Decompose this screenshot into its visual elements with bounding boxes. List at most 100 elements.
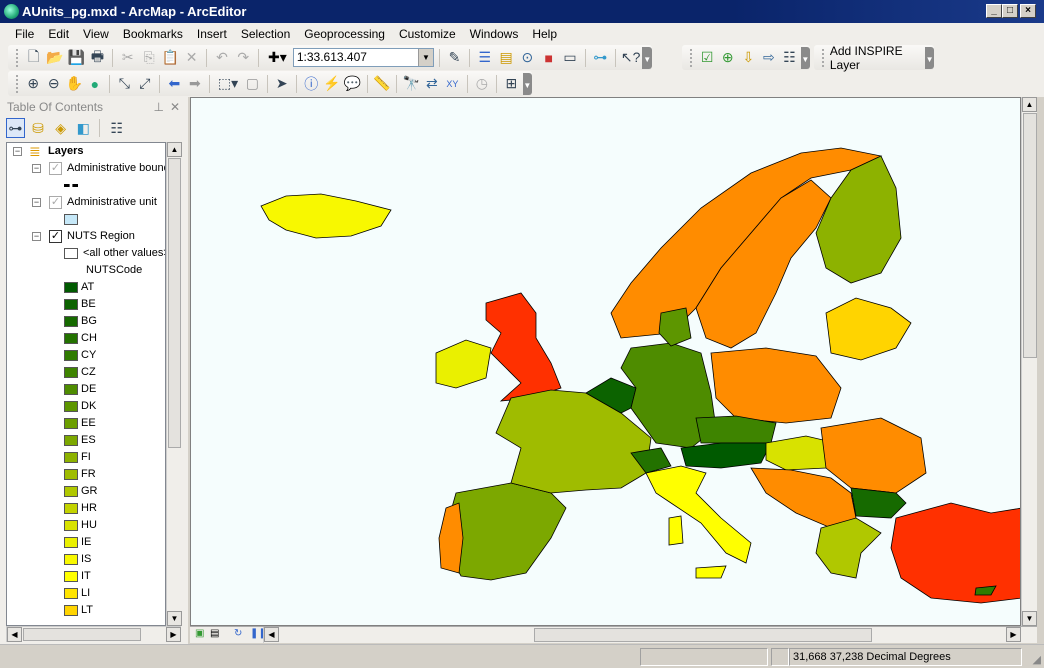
- cut-icon[interactable]: ✂: [118, 48, 137, 68]
- open-icon[interactable]: 📂: [45, 48, 64, 68]
- legend-swatch[interactable]: [64, 452, 78, 463]
- map-horizontal-scrollbar[interactable]: ◀ ▶: [263, 627, 1021, 643]
- print-icon[interactable]: 🖶: [88, 48, 107, 68]
- legend-swatch[interactable]: [64, 282, 78, 293]
- time-slider-icon[interactable]: ◷: [473, 74, 492, 94]
- menu-bookmarks[interactable]: Bookmarks: [116, 23, 190, 45]
- legend-swatch[interactable]: [64, 435, 78, 446]
- toc-vertical-scrollbar[interactable]: ▲ ▼: [166, 142, 182, 626]
- go-to-xy-icon[interactable]: XY: [443, 74, 462, 94]
- layer-administrative-boundary[interactable]: Administrative bound: [67, 160, 165, 177]
- layer-visibility-checkbox[interactable]: ✓: [49, 196, 62, 209]
- find-icon[interactable]: 🔭: [402, 74, 421, 94]
- validate-icon[interactable]: ☑: [698, 48, 717, 68]
- import-icon[interactable]: ⇩: [739, 48, 758, 68]
- toolbar-options-chevron[interactable]: ▼: [925, 46, 934, 69]
- table-of-contents-icon[interactable]: ☰: [475, 48, 494, 68]
- html-popup-icon[interactable]: 💬: [343, 74, 362, 94]
- zoom-out-icon[interactable]: ⊖: [44, 74, 63, 94]
- legend-swatch[interactable]: [64, 554, 78, 565]
- copy-icon[interactable]: ⎘: [139, 48, 158, 68]
- maximize-button[interactable]: □: [1002, 4, 1018, 18]
- pin-icon[interactable]: ⊥: [154, 99, 164, 115]
- legend-swatch[interactable]: [64, 418, 78, 429]
- chevron-down-icon[interactable]: ▼: [417, 49, 433, 66]
- clear-selection-icon[interactable]: ▢: [243, 74, 262, 94]
- legend-swatch[interactable]: [64, 503, 78, 514]
- paste-icon[interactable]: 📋: [161, 48, 180, 68]
- minimize-button[interactable]: _: [986, 4, 1002, 18]
- whats-this-icon[interactable]: ↖?: [621, 48, 641, 68]
- zoom-in-icon[interactable]: ⊕: [24, 74, 43, 94]
- legend-swatch[interactable]: [64, 333, 78, 344]
- add-data-icon[interactable]: ✚▾: [264, 48, 291, 68]
- undo-icon[interactable]: ↶: [212, 48, 231, 68]
- scroll-thumb[interactable]: [534, 628, 872, 642]
- menu-view[interactable]: View: [76, 23, 116, 45]
- menu-file[interactable]: File: [8, 23, 41, 45]
- forward-icon[interactable]: ➡: [186, 74, 205, 94]
- layer-nuts-region[interactable]: NUTS Region: [67, 228, 135, 245]
- collapse-icon[interactable]: −: [13, 147, 22, 156]
- editor-icon[interactable]: ✎: [445, 48, 464, 68]
- resize-grip-icon[interactable]: ◢: [1033, 653, 1041, 666]
- legend-swatch[interactable]: [64, 605, 78, 616]
- list-by-source-icon[interactable]: ⛁: [29, 118, 48, 138]
- fixed-zoom-out-icon[interactable]: ⤢: [136, 74, 155, 94]
- list-by-selection-icon[interactable]: ◧: [74, 118, 93, 138]
- pan-icon[interactable]: ✋: [65, 74, 84, 94]
- scroll-thumb[interactable]: [1023, 113, 1037, 358]
- legend-swatch[interactable]: [64, 384, 78, 395]
- select-elements-icon[interactable]: ➤: [273, 74, 292, 94]
- add-inspire-layer-button[interactable]: Add INSPIRE Layer: [830, 44, 923, 72]
- full-extent-icon[interactable]: ●: [86, 74, 105, 94]
- layer-visibility-checkbox[interactable]: ✓: [49, 162, 62, 175]
- legend-swatch[interactable]: [64, 571, 78, 582]
- data-view-icon[interactable]: ▣: [195, 628, 204, 639]
- layers-group[interactable]: Layers: [48, 143, 83, 160]
- map-vertical-scrollbar[interactable]: ▲ ▼: [1021, 97, 1037, 626]
- refresh-icon[interactable]: ↻: [234, 628, 242, 639]
- legend-swatch[interactable]: [64, 469, 78, 480]
- scroll-thumb[interactable]: [168, 158, 181, 448]
- find-route-icon[interactable]: ⇄: [423, 74, 442, 94]
- menu-edit[interactable]: Edit: [41, 23, 76, 45]
- magnifier-icon[interactable]: ⊞: [502, 74, 521, 94]
- legend-swatch[interactable]: [64, 299, 78, 310]
- python-icon[interactable]: ▭: [560, 48, 579, 68]
- map-view[interactable]: [190, 97, 1021, 626]
- menu-windows[interactable]: Windows: [463, 23, 526, 45]
- legend-swatch[interactable]: [64, 537, 78, 548]
- identify-icon[interactable]: ⓘ: [302, 74, 321, 94]
- export-icon[interactable]: ⇨: [760, 48, 779, 68]
- select-features-icon[interactable]: ⬚▾: [215, 74, 241, 94]
- legend-swatch[interactable]: [64, 350, 78, 361]
- search-icon[interactable]: ⊙: [518, 48, 537, 68]
- menu-geoprocessing[interactable]: Geoprocessing: [297, 23, 392, 45]
- menu-customize[interactable]: Customize: [392, 23, 463, 45]
- model-builder-icon[interactable]: ⊶: [591, 48, 610, 68]
- menu-help[interactable]: Help: [525, 23, 564, 45]
- redo-icon[interactable]: ↷: [234, 48, 253, 68]
- list-by-visibility-icon[interactable]: ◈: [51, 118, 70, 138]
- collapse-icon[interactable]: −: [32, 164, 41, 173]
- legend-swatch[interactable]: [64, 486, 78, 497]
- legend-swatch[interactable]: [64, 401, 78, 412]
- layer-administrative-unit[interactable]: Administrative unit: [67, 194, 157, 211]
- collapse-icon[interactable]: −: [32, 198, 41, 207]
- legend-swatch[interactable]: [64, 520, 78, 531]
- scroll-thumb[interactable]: [23, 628, 141, 641]
- legend-swatch[interactable]: [64, 367, 78, 378]
- hyperlink-icon[interactable]: ⚡: [323, 74, 342, 94]
- toolbar-options-chevron[interactable]: ▼: [642, 46, 653, 69]
- europe-nuts-map[interactable]: [191, 98, 1021, 626]
- catalog-icon[interactable]: ▤: [496, 48, 515, 68]
- toolbar-options-chevron[interactable]: ▼: [522, 72, 532, 95]
- new-icon[interactable]: 🗋: [24, 48, 43, 68]
- zoom-layer-icon[interactable]: ⊕: [718, 48, 737, 68]
- options-icon[interactable]: ☷: [107, 118, 126, 138]
- back-icon[interactable]: ⬅: [165, 74, 184, 94]
- close-icon[interactable]: ✕: [170, 99, 180, 115]
- save-icon[interactable]: 💾: [67, 48, 86, 68]
- close-button[interactable]: ×: [1020, 4, 1036, 18]
